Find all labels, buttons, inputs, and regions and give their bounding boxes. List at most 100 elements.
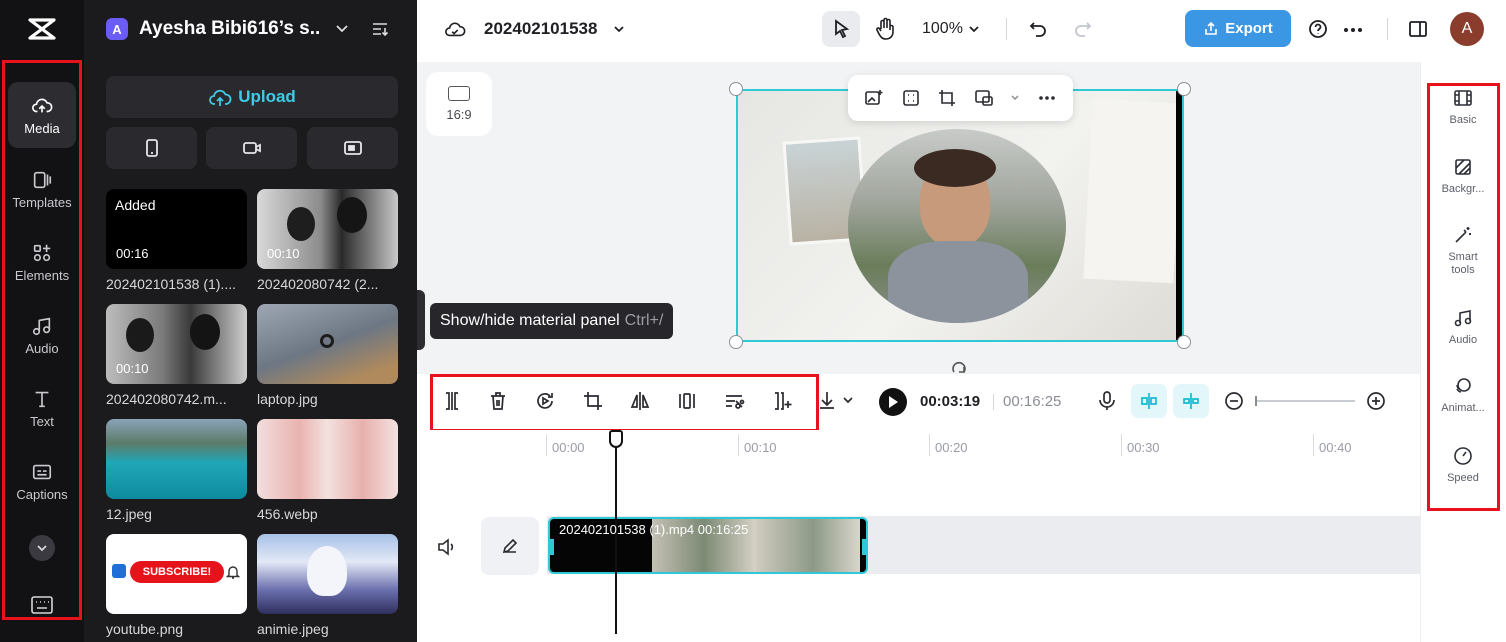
clip-trim-handle[interactable]: [862, 539, 866, 555]
ruler-label: 00:40: [1319, 440, 1352, 455]
chevron-down-icon[interactable]: [1010, 93, 1020, 103]
mask-icon[interactable]: [974, 88, 994, 108]
help-icon[interactable]: [1308, 19, 1328, 39]
rotate-icon[interactable]: [950, 358, 968, 374]
media-item[interactable]: 456.webp: [257, 419, 398, 522]
play-button[interactable]: [879, 388, 907, 416]
more-options-icon[interactable]: [1037, 88, 1057, 108]
media-item[interactable]: 00:10 202402080742 (2...: [257, 189, 398, 292]
fit-frame-icon[interactable]: [901, 88, 921, 108]
delete-icon[interactable]: [487, 390, 509, 412]
cloud-upload-icon: [209, 89, 232, 106]
layout-panel-icon[interactable]: [1408, 19, 1428, 39]
media-item[interactable]: Added 00:16 202402101538 (1)....: [106, 189, 247, 292]
redo-icon[interactable]: [1073, 19, 1093, 39]
chevron-down-icon[interactable]: [968, 23, 980, 35]
sort-icon[interactable]: [371, 20, 389, 38]
media-thumbnail: SUBSCRIBE!: [106, 534, 247, 614]
nav-captions[interactable]: Captions: [8, 448, 76, 514]
resize-handle[interactable]: [729, 82, 743, 96]
nav-audio-label: Audio: [25, 340, 59, 356]
prop-background[interactable]: Backgr...: [1429, 157, 1497, 196]
cut-trim-icon[interactable]: [723, 390, 745, 412]
prop-speed[interactable]: Speed: [1429, 446, 1497, 485]
volume-icon[interactable]: [437, 538, 457, 556]
media-item[interactable]: laptop.jpg: [257, 304, 398, 407]
prop-smart-tools-label: Smart tools: [1448, 251, 1478, 276]
chevron-down-icon[interactable]: [612, 22, 626, 36]
flip-icon[interactable]: [629, 390, 651, 412]
linkage-toggle[interactable]: [1173, 384, 1209, 418]
crop-icon[interactable]: [582, 390, 604, 412]
nav-templates-label: Templates: [12, 194, 72, 210]
resize-handle[interactable]: [729, 335, 743, 349]
freeze-frame-icon[interactable]: [676, 390, 698, 412]
media-item[interactable]: SUBSCRIBE! youtube.png: [106, 534, 247, 637]
auto-snap-toggle[interactable]: [1131, 384, 1167, 418]
upload-button[interactable]: Upload: [106, 76, 398, 118]
clip-label: 202402101538 (1).mp4 00:16:25: [559, 522, 749, 537]
nav-elements-label: Elements: [14, 267, 70, 283]
nav-elements[interactable]: Elements: [8, 229, 76, 295]
resize-handle[interactable]: [1177, 335, 1191, 349]
aspect-ratio-button[interactable]: 16:9: [426, 72, 492, 136]
media-item[interactable]: 00:10 202402080742.m...: [106, 304, 247, 407]
magic-wand-icon: [1455, 227, 1471, 243]
video-clip[interactable]: 202402101538 (1).mp4 00:16:25: [548, 517, 868, 574]
prop-basic[interactable]: Basic: [1429, 88, 1497, 127]
workspace-name[interactable]: Ayesha Bibi616’s s...: [139, 18, 319, 40]
nav-text[interactable]: Text: [8, 375, 76, 441]
media-duration: 00:10: [267, 246, 300, 261]
replace-image-icon[interactable]: [864, 88, 884, 108]
timeline-zoom-slider[interactable]: [1255, 396, 1355, 406]
chevron-down-icon[interactable]: [842, 394, 854, 406]
crop-icon[interactable]: [937, 88, 957, 108]
record-video-button[interactable]: [206, 127, 297, 169]
capcut-logo-icon[interactable]: [27, 17, 57, 41]
media-item[interactable]: 12.jpeg: [106, 419, 247, 522]
prop-smart-tools[interactable]: Smart tools: [1429, 225, 1497, 277]
export-button[interactable]: Export: [1185, 10, 1291, 47]
prop-audio[interactable]: Audio: [1429, 308, 1497, 347]
edit-cover-button[interactable]: [481, 517, 539, 575]
undo-icon[interactable]: [1028, 19, 1048, 39]
left-nav-rail: Media Templates Elements Audio Text Capt…: [0, 0, 84, 642]
nav-templates[interactable]: Templates: [8, 156, 76, 222]
panel-toggle-handle[interactable]: [417, 290, 425, 350]
microphone-icon[interactable]: [1096, 390, 1118, 412]
upload-from-phone-button[interactable]: [106, 127, 197, 169]
download-icon[interactable]: [818, 390, 840, 412]
keyboard-shortcuts-icon[interactable]: [30, 595, 54, 615]
timeline: 00:00 00:10 00:20 00:30 00:40 2024021015…: [417, 430, 1420, 642]
nav-audio[interactable]: Audio: [8, 302, 76, 368]
chevron-down-icon[interactable]: [334, 20, 350, 36]
media-thumbnail: [257, 534, 398, 614]
select-tool-button[interactable]: [822, 11, 860, 47]
record-screen-button[interactable]: [307, 127, 398, 169]
total-duration: 00:16:25: [1003, 393, 1062, 410]
clip-trim-handle[interactable]: [550, 539, 554, 555]
hand-tool-icon[interactable]: [874, 17, 896, 41]
video-preview[interactable]: [736, 89, 1184, 342]
media-thumbnail: Added 00:16: [106, 189, 247, 269]
resize-handle[interactable]: [1177, 82, 1191, 96]
split-view-icon: [1183, 393, 1199, 409]
replace-clip-icon[interactable]: [534, 390, 556, 412]
project-title[interactable]: 202402101538: [484, 19, 597, 39]
more-options-icon[interactable]: [1343, 27, 1363, 33]
zoom-in-icon[interactable]: [1365, 390, 1387, 412]
zoom-level[interactable]: 100%: [922, 20, 963, 38]
trim-add-icon[interactable]: [771, 390, 793, 412]
zoom-out-icon[interactable]: [1223, 390, 1245, 412]
split-icon[interactable]: [441, 390, 463, 412]
properties-panel: Basic Backgr... Smart tools Audio Animat…: [1420, 62, 1506, 642]
user-avatar[interactable]: A: [1450, 12, 1484, 46]
phone-icon: [145, 139, 158, 157]
prop-animation[interactable]: Animat...: [1429, 376, 1497, 415]
nav-media[interactable]: Media: [8, 82, 76, 148]
share-icon: [1205, 21, 1218, 35]
more-tools-button[interactable]: [29, 535, 55, 561]
cloud-sync-icon[interactable]: [444, 19, 466, 39]
upload-label: Upload: [238, 87, 296, 106]
media-item[interactable]: animie.jpeg: [257, 534, 398, 637]
